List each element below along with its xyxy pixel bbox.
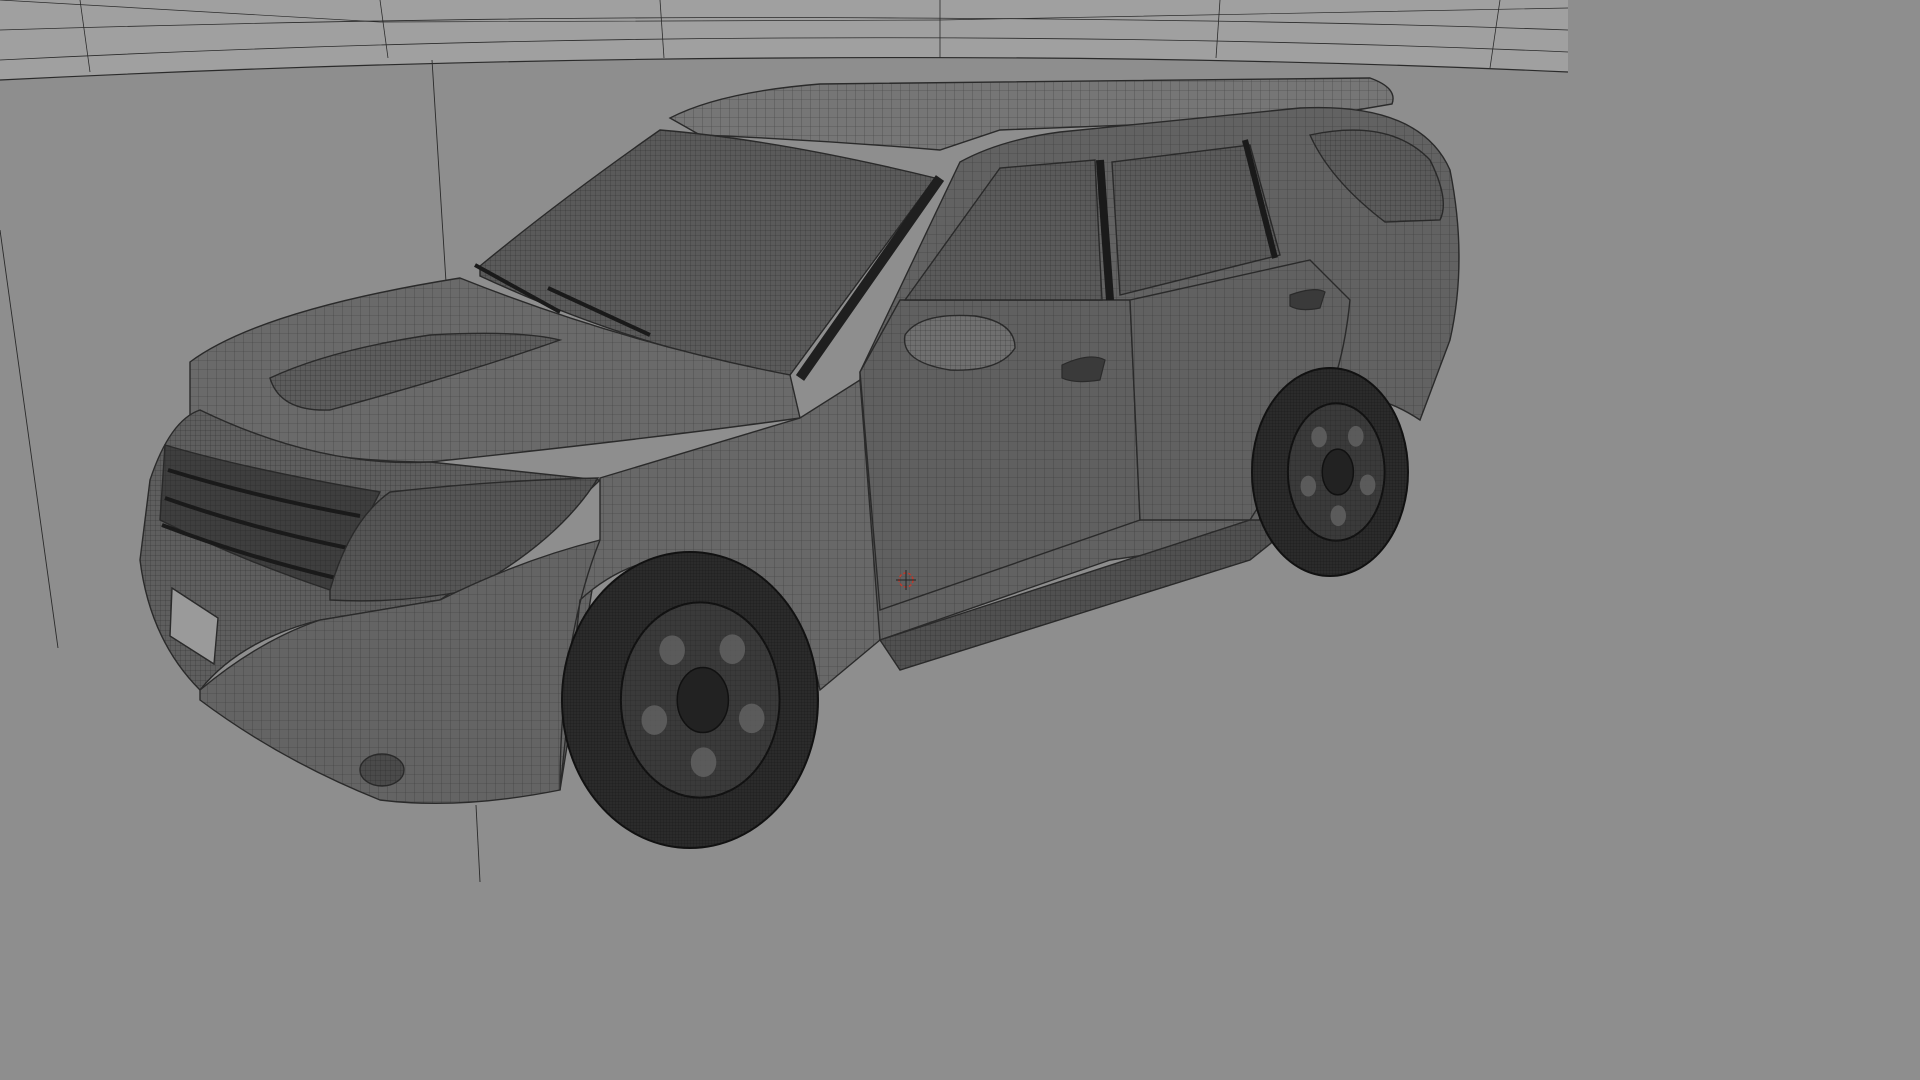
front-wheel-rim-hole — [719, 634, 746, 664]
front-wheel-rim-hole — [738, 703, 765, 734]
rear-door-handle — [1289, 289, 1326, 311]
front-wheel-hub — [676, 666, 730, 734]
front-wheel-rim-hole — [641, 705, 668, 735]
front-wheel-rim-hole — [659, 635, 685, 666]
cyclorama-ceiling — [0, 0, 1568, 80]
3d-viewport[interactable] — [0, 0, 1568, 882]
suv-model[interactable] — [139, 77, 1460, 849]
floor-guide-line — [475, 804, 481, 882]
scene-canvas[interactable] — [0, 0, 1568, 882]
rear-wheel-rim-hole — [1347, 425, 1364, 447]
rear-wheel-rim-hole — [1311, 426, 1327, 448]
floor-guide-line — [431, 59, 447, 283]
rear-wheel-hub — [1321, 448, 1355, 496]
rear-wheel-rim-hole — [1330, 505, 1347, 527]
fog-light-mesh — [360, 754, 404, 786]
rear-wheel-rim-hole — [1300, 475, 1317, 497]
floor-guide-line — [0, 229, 59, 649]
front-wheel-rim-hole — [690, 747, 717, 777]
rear-wheel-rim-hole — [1359, 474, 1376, 496]
